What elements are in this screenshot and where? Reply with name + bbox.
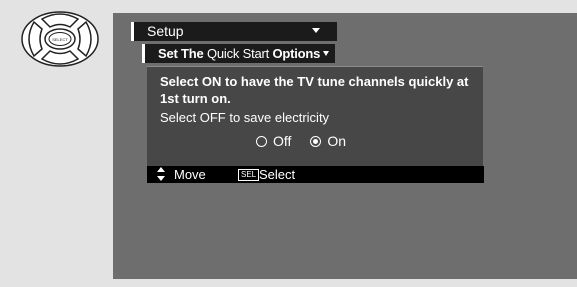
tv-screen: Setup Set The Quick Start Options Select… xyxy=(113,13,577,279)
panel-off-hint: Select OFF to save electricity xyxy=(160,110,330,125)
setup-menu-title: Setup xyxy=(147,23,184,39)
select-button-label: SELECT xyxy=(52,37,68,42)
radio-on-selected-icon xyxy=(310,135,322,147)
dropdown-arrow-icon xyxy=(323,51,329,56)
dropdown-arrow-icon xyxy=(312,28,320,33)
submenu-marker xyxy=(142,44,145,63)
quick-start-submenu[interactable]: Set The Quick Start Options xyxy=(142,44,335,63)
submenu-title: Set The Quick Start Options xyxy=(158,46,321,61)
quick-start-panel: Select ON to have the TV tune channels q… xyxy=(147,66,483,167)
setup-menu-header[interactable]: Setup xyxy=(131,22,337,41)
radio-option-on[interactable]: On xyxy=(310,133,346,149)
radio-off-label: Off xyxy=(273,133,292,149)
select-hint: Select xyxy=(259,167,296,182)
radio-off-icon xyxy=(256,135,267,147)
radio-option-off[interactable]: Off xyxy=(256,133,291,149)
help-bar: Move SEL Select xyxy=(147,166,484,183)
radio-on-label: On xyxy=(327,133,346,149)
sel-key-icon: SEL xyxy=(238,169,260,181)
move-hint: Move xyxy=(174,167,206,182)
quick-start-radio-group: Off On xyxy=(256,133,361,150)
up-down-arrows-icon xyxy=(157,167,165,181)
menu-marker xyxy=(131,22,134,41)
panel-description: Select ON to have the TV tune channels q… xyxy=(160,74,469,106)
remote-dpad-icon: SELECT xyxy=(21,11,99,67)
